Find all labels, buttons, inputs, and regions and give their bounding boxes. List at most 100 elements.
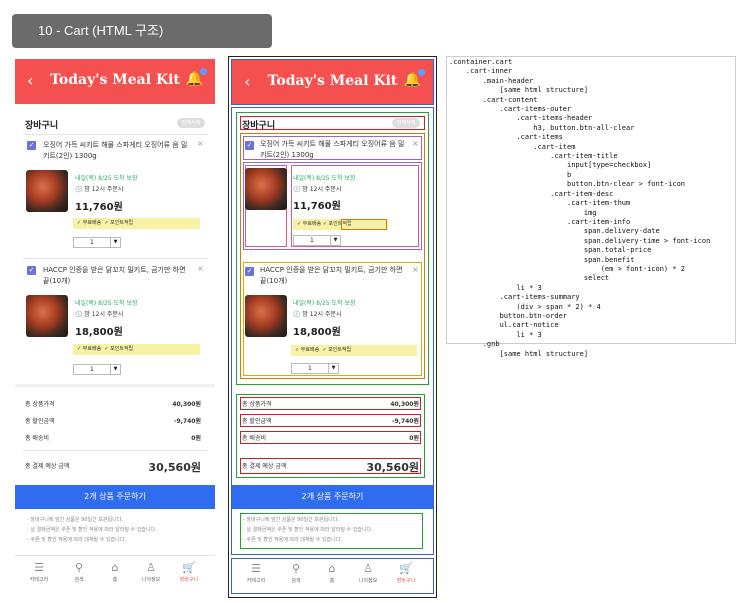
- quantity-select[interactable]: 1 ▼: [293, 235, 341, 246]
- item-thumbnail: [26, 170, 68, 212]
- code-line: ul.cart-notice: [449, 321, 559, 330]
- code-line: li * 3: [449, 330, 542, 339]
- summary-shipping: 총 배송비 0원: [25, 433, 201, 442]
- home-icon: ⌂: [328, 562, 336, 575]
- code-line: [same html structure]: [449, 349, 589, 358]
- checkbox[interactable]: ✓: [27, 266, 36, 275]
- item-title: HACCP 인증을 받은 닭꼬치 밀키트, 금기만 하면 끝(10개): [260, 266, 403, 285]
- code-line: .gnb: [449, 340, 500, 349]
- code-line: input[type=checkbox]: [449, 161, 652, 170]
- summary-label: 총 할인금액: [25, 418, 55, 425]
- close-icon[interactable]: ×: [412, 265, 419, 274]
- benefit: ✓ 무료배송 ✓ 포인트적립: [73, 218, 200, 229]
- close-icon[interactable]: ×: [197, 139, 204, 148]
- html-structure-code: .container.cart .cart-inner .main-header…: [446, 56, 736, 358]
- gnb-label: 홈: [112, 577, 118, 583]
- main-header: ‹ Today's Meal Kit 🔔: [232, 60, 433, 104]
- notice-item: - 장바구니에 담긴 상품은 90일간 보관됩니다.: [27, 517, 123, 523]
- gnb-item-search[interactable]: ⚲ 검색: [278, 560, 314, 584]
- gnb-item-home[interactable]: ⌂ 홈: [314, 560, 350, 584]
- structure-frame: ‹ Today's Meal Kit 🔔 장바구니 전체삭제 ✓ 오징어 가득 …: [228, 56, 437, 598]
- clear-all-button[interactable]: 전체삭제: [392, 118, 420, 128]
- menu-icon: ☰: [251, 562, 261, 575]
- summary-label: 총 결제 예상 금액: [242, 463, 287, 470]
- close-icon[interactable]: ×: [412, 139, 419, 148]
- bell-icon[interactable]: 🔔: [404, 69, 426, 88]
- search-icon: ⚲: [291, 562, 301, 575]
- quantity-value: 1: [90, 239, 94, 246]
- summary-total: 총 결제 예상 금액 30,560원: [25, 461, 201, 474]
- quantity-select[interactable]: 1 ▼: [73, 237, 121, 248]
- gnb: ☰ 카테고리 ⚲ 검색 ⌂ 홈 ♙ 나의정보 🛒 장바구니: [232, 560, 433, 594]
- free-shipping-badge: ✓ 무료배송: [295, 347, 320, 353]
- order-button[interactable]: 2개 상품 주문하기: [15, 485, 215, 509]
- checkbox[interactable]: ✓: [27, 141, 36, 150]
- benefit: ✓ 무료배송 ✓ 포인트적립: [291, 345, 417, 356]
- gnb-item-cart[interactable]: 🛒 장바구니: [171, 559, 207, 583]
- code-line: .cart-item-desc: [449, 189, 614, 198]
- notice-item: - 실 결제금액은 쿠폰 및 할인 적용에 따라 달라질 수 있습니다.: [27, 527, 157, 533]
- divider: [23, 258, 207, 259]
- summary-value: 0원: [191, 435, 201, 442]
- code-line: button.btn-order: [449, 311, 568, 320]
- cart-icon: 🛒: [182, 561, 196, 574]
- gnb-item-cart[interactable]: 🛒 장바구니: [388, 560, 424, 584]
- quantity-value: 1: [90, 366, 94, 373]
- quantity-select[interactable]: 1 ▼: [73, 364, 121, 375]
- point-badge: ✓ 포인트적립: [104, 346, 134, 352]
- code-line: button.btn-clear > font-icon: [449, 180, 686, 189]
- notice-item: - 쿠폰 및 할인 적용에 따라 대체될 수 있습니다.: [27, 537, 126, 543]
- code-line: .main-header: [449, 76, 534, 85]
- gnb-label: 카테고리: [246, 578, 266, 584]
- cart-screen-preview: ‹ Today's Meal Kit 🔔 장바구니 전체삭제 ✓ 오징어 가득 …: [15, 59, 215, 599]
- divider: [15, 384, 215, 387]
- point-badge: ✓ 포인트적립: [104, 220, 134, 226]
- quantity-value: 1: [308, 365, 312, 372]
- summary-value: 0원: [409, 435, 419, 442]
- gnb-item-my-info[interactable]: ♙ 나의정보: [350, 560, 386, 584]
- summary-discount: 총 할인금액 -9,740원: [242, 416, 419, 425]
- checkbox[interactable]: ✓: [245, 141, 254, 150]
- gnb-label: 검색: [291, 578, 301, 584]
- cart-notice: - 장바구니에 담긴 상품은 90일간 보관됩니다. - 실 결제금액은 쿠폰 …: [243, 515, 421, 545]
- code-line: .cart-items-summary: [449, 293, 580, 302]
- gnb-label: 홈: [329, 578, 335, 584]
- chevron-down-icon: ▼: [330, 236, 340, 245]
- gnb-item-category[interactable]: ☰ 카테고리: [21, 559, 57, 583]
- summary-label: 총 배송비: [242, 435, 266, 442]
- quantity-select[interactable]: 1 ▼: [291, 363, 339, 374]
- cart-icon: 🛒: [399, 562, 413, 575]
- gnb-label: 검색: [74, 577, 84, 583]
- total-price: 11,760원: [75, 202, 123, 213]
- clear-all-button[interactable]: 전체삭제: [177, 118, 205, 128]
- code-line: .cart-content: [449, 95, 538, 104]
- close-icon[interactable]: ×: [197, 264, 204, 273]
- code-line: .cart-item-title: [449, 152, 618, 161]
- delivery-time: 🕔 밤 12시 주문시: [75, 311, 124, 318]
- gnb-label: 카테고리: [29, 577, 49, 583]
- order-button[interactable]: 2개 상품 주문하기: [232, 485, 433, 509]
- summary-label: 총 배송비: [25, 435, 49, 442]
- summary-total-value: 30,560원: [366, 461, 419, 474]
- summary-label: 총 할인금액: [242, 418, 272, 425]
- cart-title: 장바구니: [242, 121, 276, 131]
- code-line: li * 3: [449, 283, 542, 292]
- bell-icon[interactable]: 🔔: [186, 68, 208, 87]
- code-line: .cart-item: [449, 142, 576, 151]
- summary-shipping: 총 배송비 0원: [242, 433, 419, 442]
- code-line: .cart-items-header: [449, 114, 593, 123]
- gnb-item-my-info[interactable]: ♙ 나의정보: [133, 559, 169, 583]
- user-icon: ♙: [363, 562, 373, 575]
- summary-label: 총 상품가격: [242, 401, 272, 408]
- gnb-label: 나의정보: [358, 578, 378, 584]
- checkbox[interactable]: ✓: [245, 267, 254, 276]
- item-thumbnail: [245, 168, 287, 210]
- cart-title: 장바구니: [25, 121, 59, 131]
- code-line: (div > span * 2) * 4: [449, 302, 601, 311]
- gnb-item-home[interactable]: ⌂ 홈: [97, 559, 133, 583]
- benefit: ✓ 무료배송 ✓ 포인트적립: [73, 344, 200, 355]
- gnb-item-search[interactable]: ⚲ 검색: [61, 559, 97, 583]
- gnb-item-category[interactable]: ☰ 카테고리: [238, 560, 274, 584]
- outline-point-badge: [341, 219, 387, 230]
- code-line: b: [449, 170, 572, 179]
